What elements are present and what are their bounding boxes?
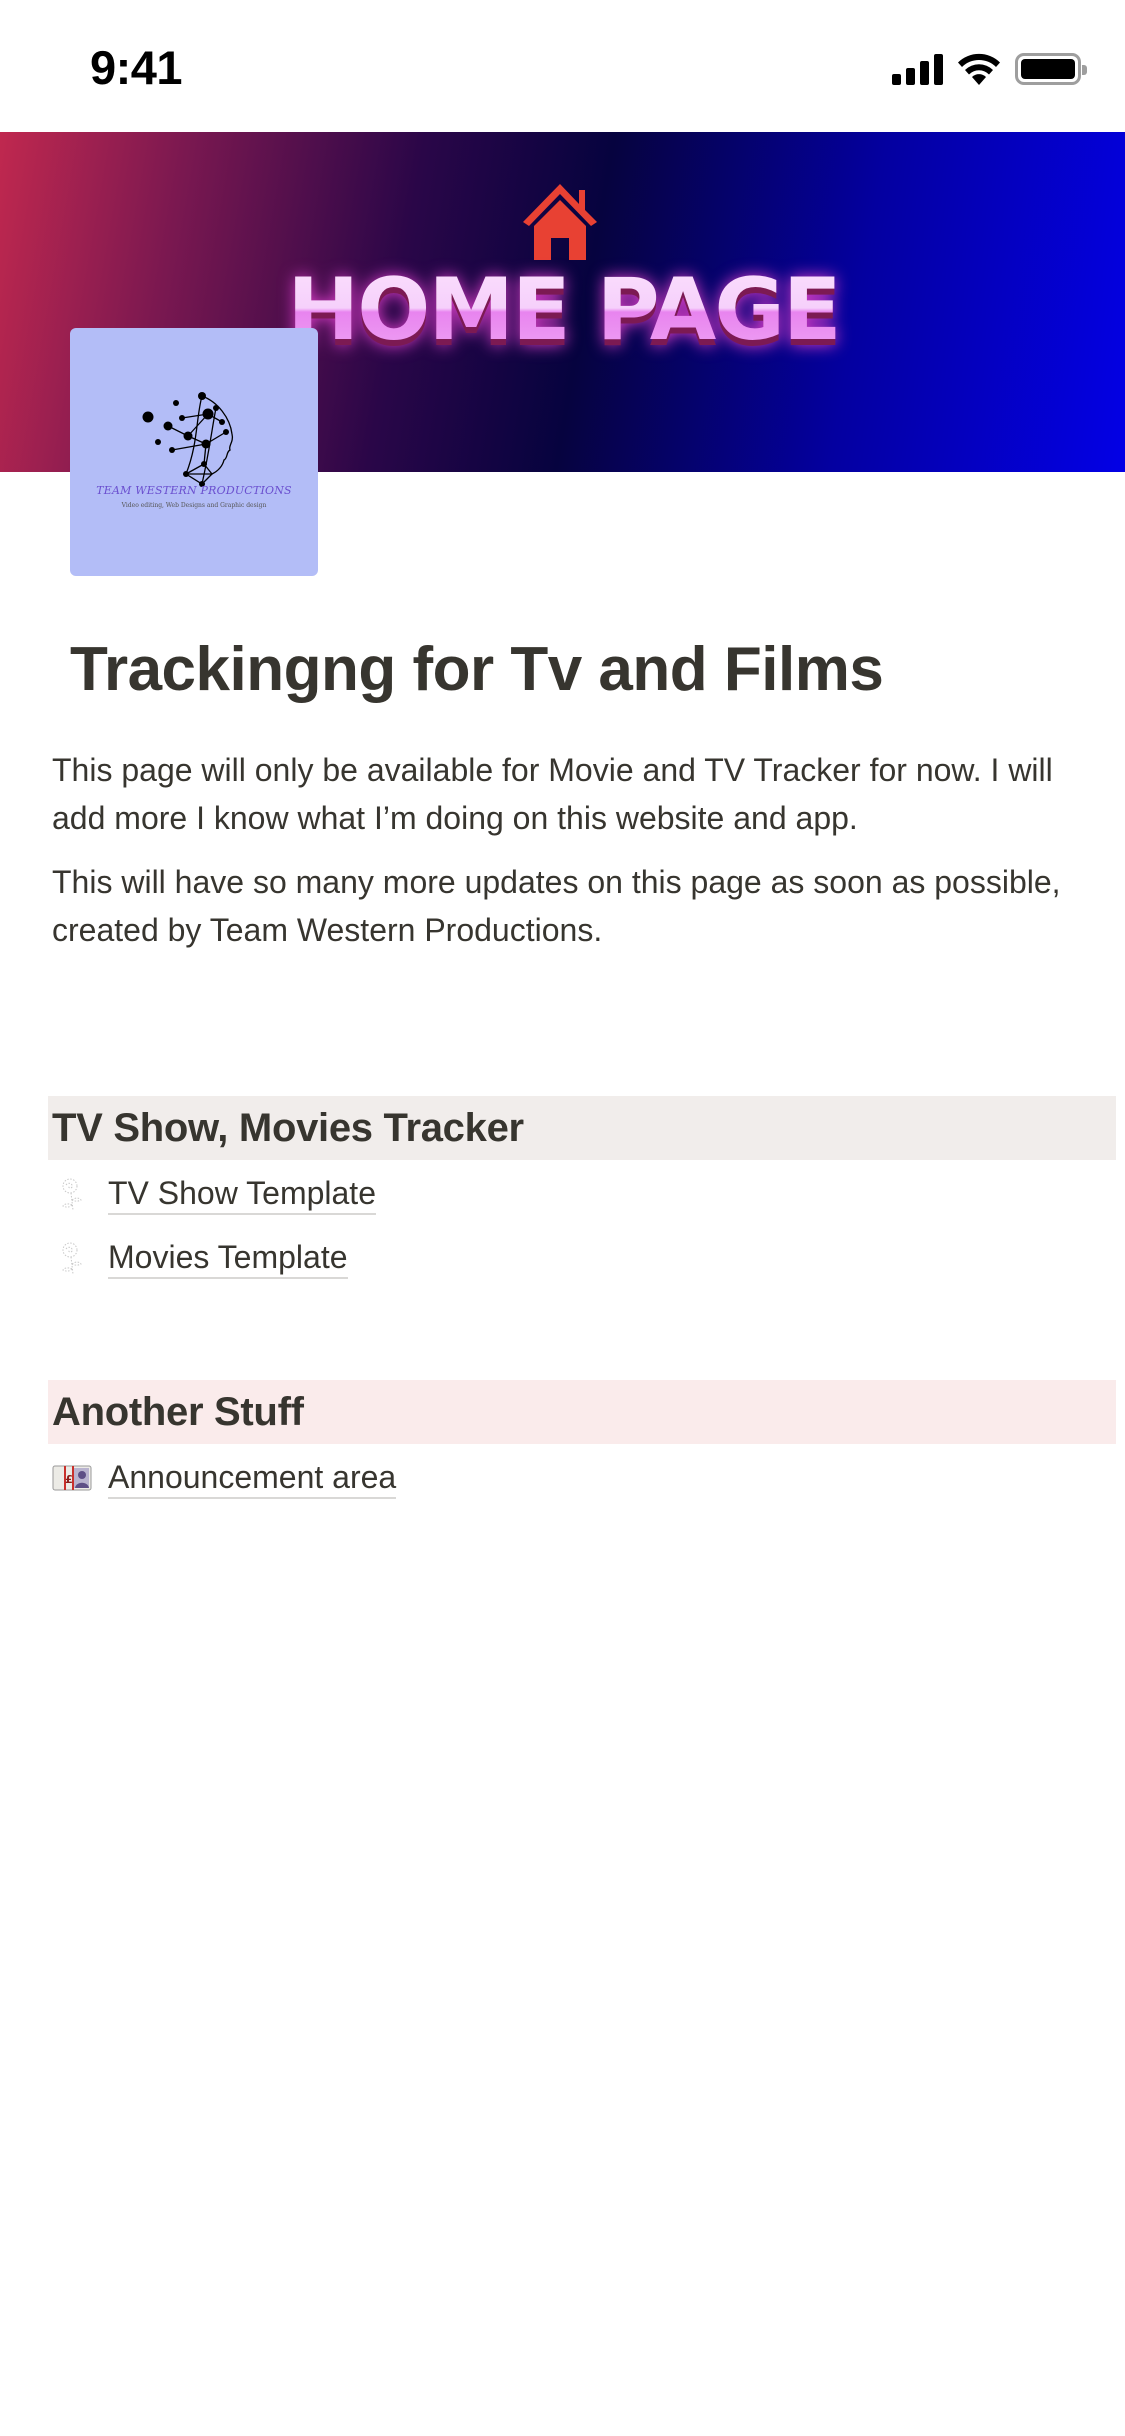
page-link-label[interactable]: Movies Template xyxy=(108,1237,348,1279)
intro-paragraph-2: This will have so many more updates on t… xyxy=(52,864,1061,948)
cellular-signal-icon xyxy=(892,53,943,85)
house-icon xyxy=(523,184,597,260)
page-link-label[interactable]: TV Show Template xyxy=(108,1173,376,1215)
intro-paragraph-1: This page will only be available for Mov… xyxy=(52,752,1053,836)
page-link-movies-template[interactable]: Movies Template xyxy=(52,1230,348,1286)
status-bar: 9:41 xyxy=(0,0,1125,132)
status-time: 9:41 xyxy=(90,41,183,94)
status-icons xyxy=(892,50,1087,88)
rose-sketch-icon xyxy=(52,1174,92,1214)
page-link-label[interactable]: Announcement area xyxy=(108,1457,397,1499)
wifi-icon xyxy=(958,53,1000,85)
network-head-logo-icon xyxy=(142,392,234,487)
section-heading-tracker: TV Show, Movies Tracker xyxy=(48,1096,1116,1160)
svg-text:£: £ xyxy=(65,1473,73,1486)
page-title: Trackingng for Tv and Films xyxy=(70,635,884,704)
page-link-tv-show-template[interactable]: TV Show Template xyxy=(52,1166,376,1222)
pound-banknote-icon: £ xyxy=(52,1458,92,1498)
logo-name: TEAM WESTERN PRODUCTIONS xyxy=(96,484,292,497)
page-icon[interactable]: TEAM WESTERN PRODUCTIONS Video editing, … xyxy=(70,328,318,576)
rose-sketch-icon xyxy=(52,1238,92,1278)
page-link-announcement-area[interactable]: £ Announcement area xyxy=(52,1450,397,1506)
logo-tagline: Video editing, Web Designs and Graphic d… xyxy=(121,502,267,509)
section-heading-another-stuff: Another Stuff xyxy=(48,1380,1116,1444)
battery-icon xyxy=(1015,53,1087,85)
